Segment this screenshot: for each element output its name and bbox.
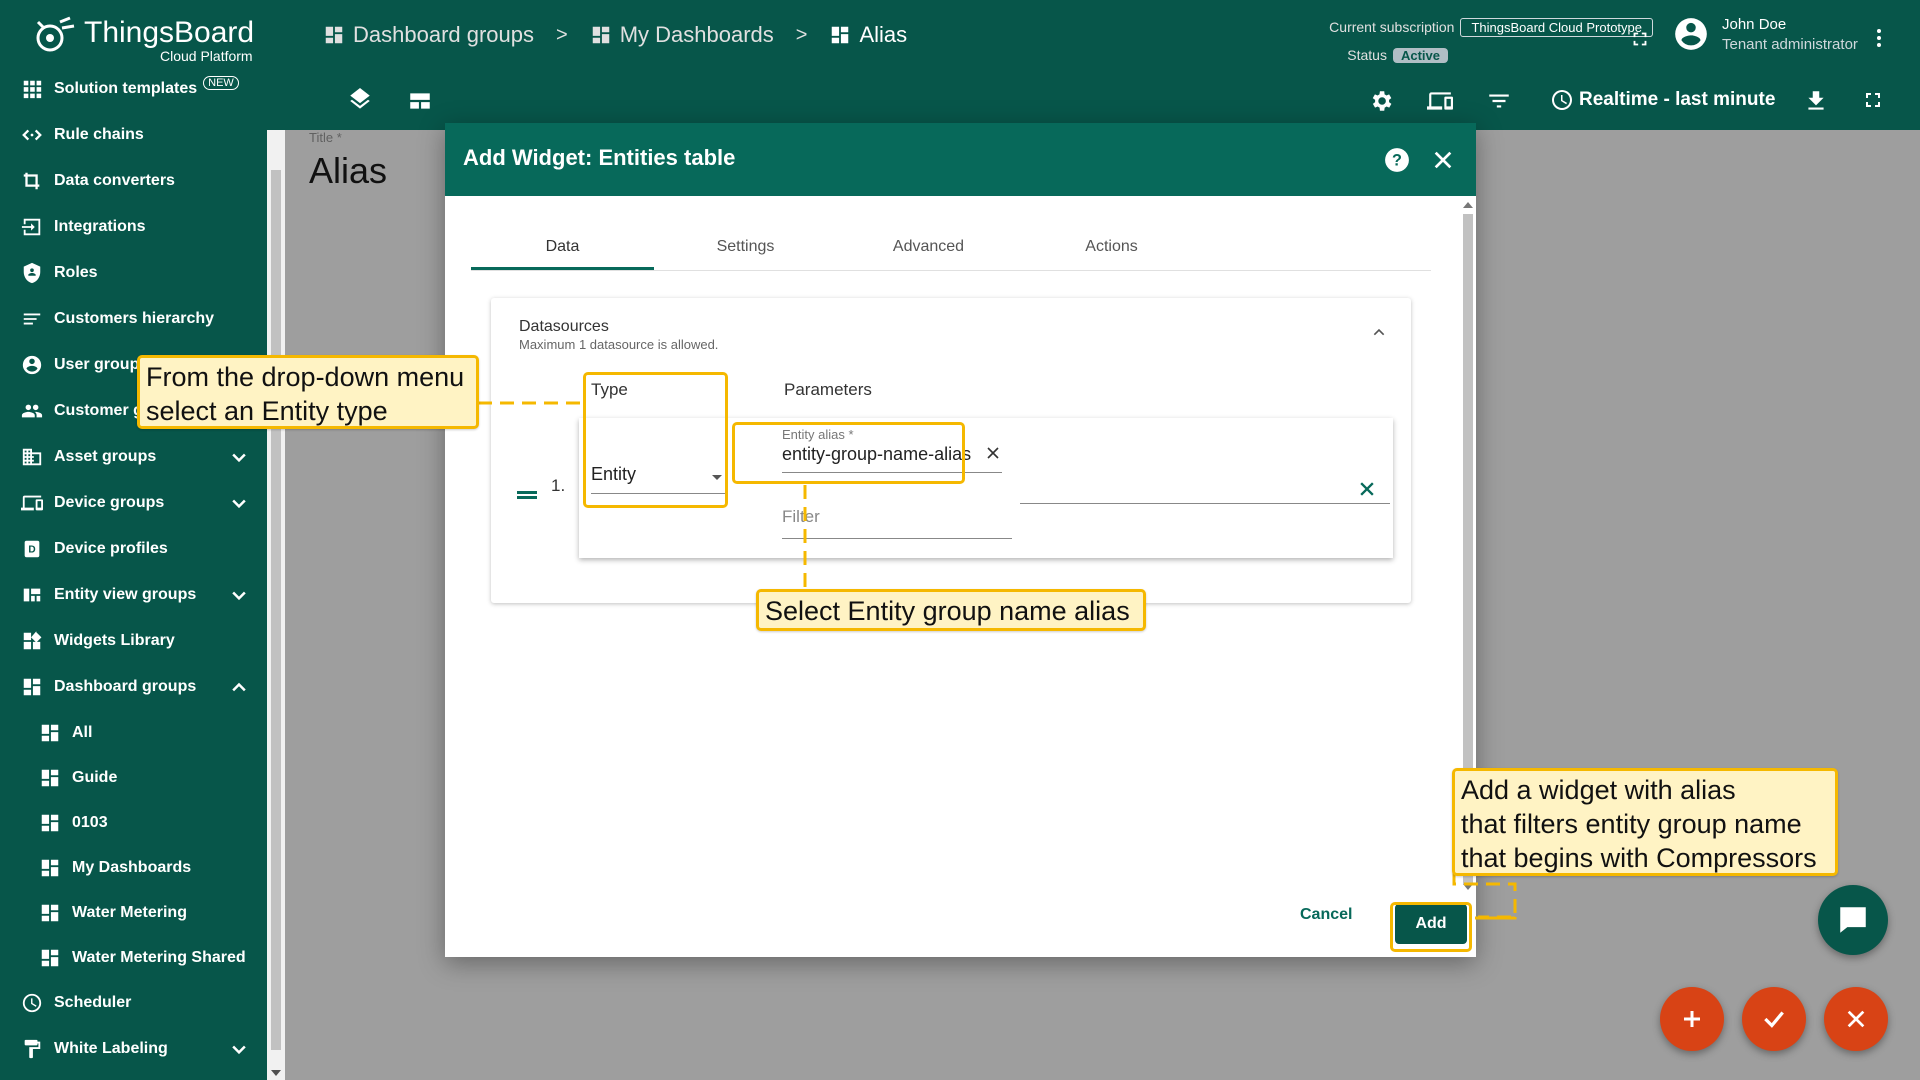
chat-button[interactable]: [1818, 885, 1888, 955]
plus-icon: [1684, 1011, 1700, 1027]
add-widget-fab[interactable]: [1660, 987, 1724, 1051]
type-callout-line2: select an Entity type: [146, 396, 388, 426]
type-callout: From the drop-down menu select an Entity…: [137, 355, 479, 429]
annotation-connectors: [478, 401, 1517, 920]
alias-callout-text: Select Entity group name alias: [765, 596, 1130, 626]
type-highlight: [583, 372, 728, 508]
type-callout-line1: From the drop-down menu: [146, 362, 465, 392]
apply-changes-fab[interactable]: [1742, 987, 1806, 1051]
chat-bubble-icon: [1840, 907, 1866, 933]
add-callout: Add a widget with alias that filters ent…: [1452, 768, 1838, 876]
add-button-highlight: [1390, 902, 1472, 952]
close-icon: [1847, 1010, 1865, 1028]
check-icon: [1764, 1011, 1784, 1028]
add-callout-line3: that begins with Compressors: [1461, 843, 1817, 873]
alias-highlight: [732, 422, 965, 484]
discard-changes-fab[interactable]: [1824, 987, 1888, 1051]
alias-callout: Select Entity group name alias: [756, 589, 1146, 631]
add-callout-line2: that filters entity group name: [1461, 809, 1802, 839]
add-callout-line1: Add a widget with alias: [1461, 775, 1736, 805]
